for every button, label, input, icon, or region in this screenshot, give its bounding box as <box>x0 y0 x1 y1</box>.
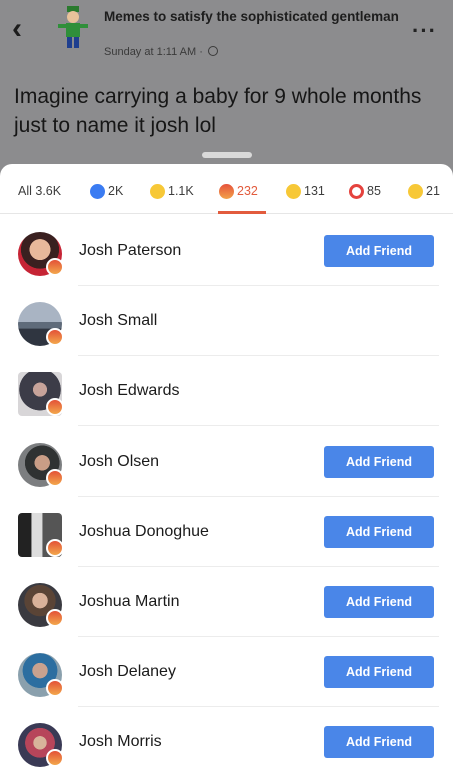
person-name[interactable]: Josh Morris <box>79 733 162 751</box>
list-item[interactable]: Josh Morris Add Friend <box>0 707 453 777</box>
list-item[interactable]: Josh Delaney Add Friend <box>0 637 453 707</box>
like-reaction-icon <box>90 183 105 199</box>
person-name[interactable]: Josh Paterson <box>79 242 181 260</box>
more-options-icon[interactable]: ··· <box>412 18 437 44</box>
angry-reaction-icon <box>46 539 64 557</box>
angry-reaction-icon <box>46 328 64 346</box>
love-reaction-icon <box>349 183 364 199</box>
angry-reaction-icon <box>219 183 234 199</box>
person-name[interactable]: Josh Small <box>79 312 157 330</box>
add-friend-button[interactable]: Add Friend <box>324 516 434 548</box>
sad-reaction-icon <box>286 183 301 199</box>
active-tab-indicator <box>218 211 266 214</box>
angry-reaction-icon <box>46 258 64 276</box>
person-name[interactable]: Josh Edwards <box>79 382 180 400</box>
divider <box>78 425 439 426</box>
page-name[interactable]: Memes to satisfy the sophisticated gentl… <box>104 8 404 25</box>
add-friend-button[interactable]: Add Friend <box>324 586 434 618</box>
list-item[interactable]: Josh Paterson Add Friend <box>0 216 453 286</box>
post-header: ‹ Memes to satisfy the sophisticated gen… <box>0 0 453 70</box>
angry-reaction-icon <box>46 398 64 416</box>
person-name[interactable]: Joshua Donoghue <box>79 523 209 541</box>
angry-reaction-icon <box>46 609 64 627</box>
tab-haha-count: 1.1K <box>168 184 194 198</box>
reaction-tabs: All 3.6K 2K 1.1K 232 131 85 21 <box>0 164 453 214</box>
list-item[interactable]: Josh Small <box>0 286 453 356</box>
person-name[interactable]: Josh Delaney <box>79 663 176 681</box>
reactions-sheet: All 3.6K 2K 1.1K 232 131 85 21 Josh Pate… <box>0 164 453 781</box>
tab-wow-count: 21 <box>426 184 440 198</box>
tab-angry[interactable]: 232 <box>219 181 258 201</box>
tab-like-count: 2K <box>108 184 124 198</box>
angry-reaction-icon <box>46 469 64 487</box>
list-item[interactable]: Joshua Donoghue Add Friend <box>0 497 453 567</box>
page-avatar[interactable] <box>54 4 92 52</box>
list-item[interactable]: Josh Olsen Add Friend <box>0 427 453 497</box>
globe-icon <box>207 46 218 56</box>
tab-love[interactable]: 85 <box>349 181 381 201</box>
sheet-drag-handle[interactable] <box>202 152 252 158</box>
add-friend-button[interactable]: Add Friend <box>324 726 434 758</box>
person-name[interactable]: Josh Olsen <box>79 453 159 471</box>
haha-reaction-icon <box>150 183 165 199</box>
tab-haha[interactable]: 1.1K <box>150 181 194 201</box>
add-friend-button[interactable]: Add Friend <box>324 446 434 478</box>
back-arrow-icon[interactable]: ‹ <box>12 14 38 44</box>
list-item[interactable]: Josh Edwards <box>0 356 453 426</box>
tab-all-label: All 3.6K <box>18 184 62 198</box>
tab-all[interactable]: All 3.6K <box>18 181 61 201</box>
add-friend-button[interactable]: Add Friend <box>324 235 434 267</box>
tab-like[interactable]: 2K <box>90 181 123 201</box>
list-item[interactable]: Joshua Martin Add Friend <box>0 567 453 637</box>
tab-angry-count: 232 <box>237 184 258 198</box>
tab-sad-count: 131 <box>304 184 325 198</box>
person-name[interactable]: Joshua Martin <box>79 593 180 611</box>
wow-reaction-icon <box>408 183 423 199</box>
add-friend-button[interactable]: Add Friend <box>324 656 434 688</box>
tab-wow[interactable]: 21 <box>408 181 440 201</box>
angry-reaction-icon <box>46 679 64 697</box>
post-time-text: Sunday at 1:11 AM · <box>104 46 203 58</box>
post-timestamp: Sunday at 1:11 AM · <box>104 46 218 58</box>
post-text: Imagine carrying a baby for 9 whole mont… <box>14 85 422 137</box>
tab-love-count: 85 <box>367 184 381 198</box>
tab-sad[interactable]: 131 <box>286 181 325 201</box>
angry-reaction-icon <box>46 749 64 767</box>
